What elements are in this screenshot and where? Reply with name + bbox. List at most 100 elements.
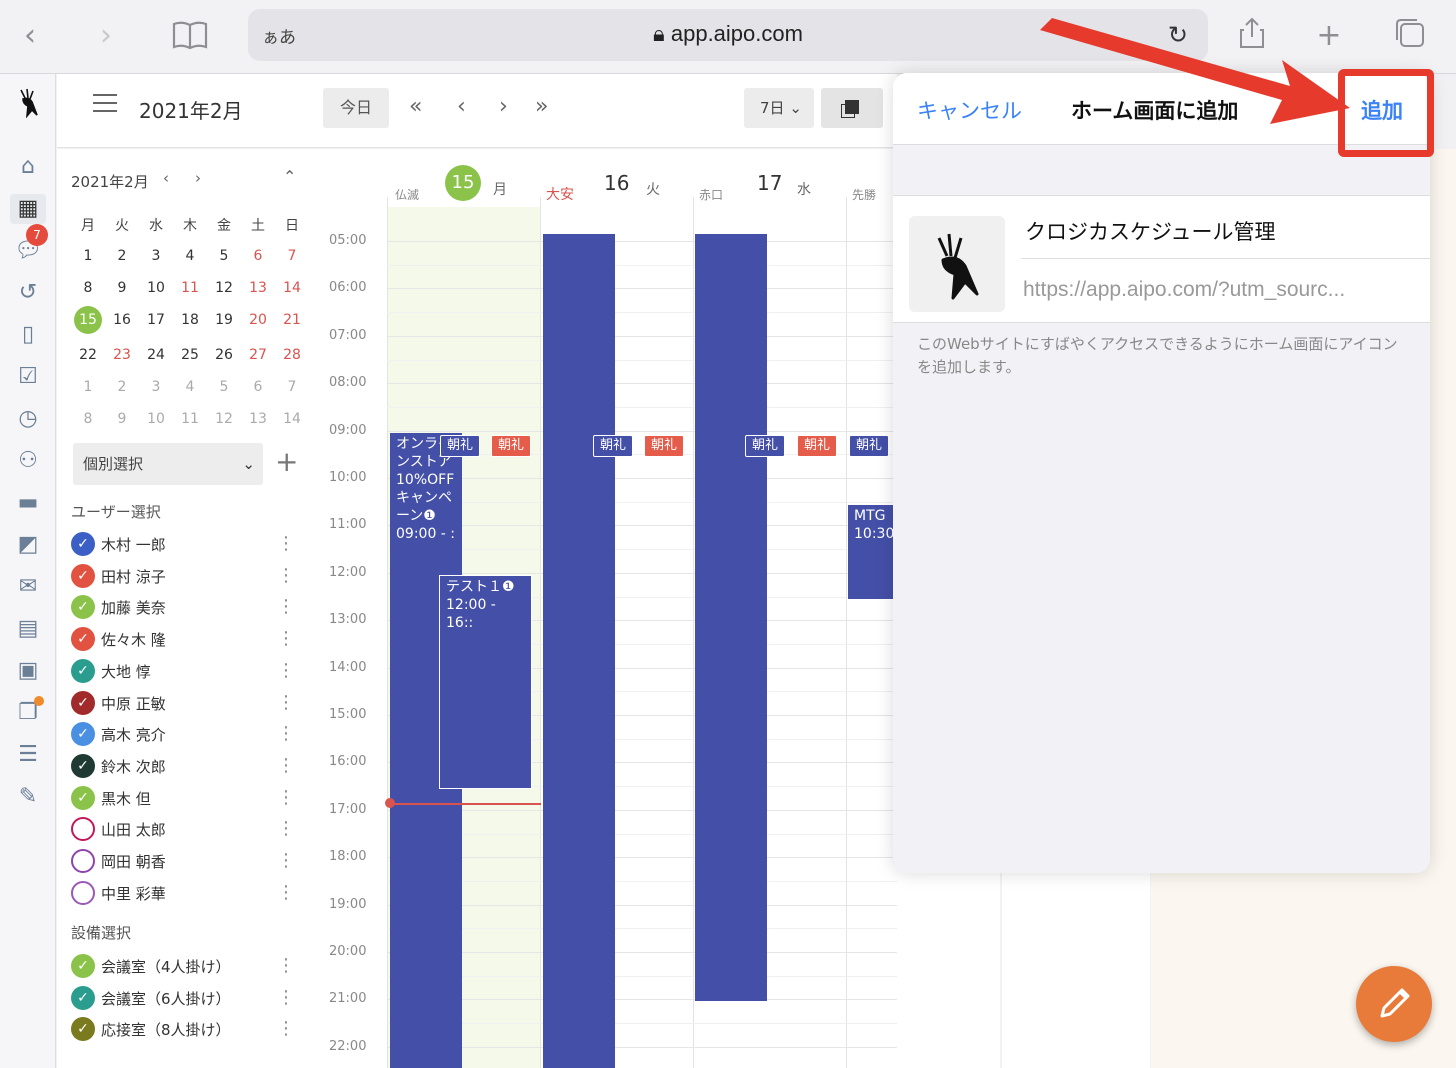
cancel-button[interactable]: キャンセル bbox=[917, 95, 1022, 125]
note-icon[interactable]: ▣ bbox=[10, 656, 46, 686]
user-checkbox[interactable]: ✓ bbox=[71, 532, 95, 556]
mini-day-cell[interactable]: 27 bbox=[241, 344, 275, 366]
mini-day-cell[interactable]: 16 bbox=[105, 309, 139, 331]
mail-icon[interactable]: ✉ bbox=[10, 572, 46, 602]
facility-row[interactable]: ✓ 応接室（8人掛け） ⋮ bbox=[71, 1016, 295, 1042]
next-button[interactable]: › bbox=[499, 94, 508, 119]
facility-menu-icon[interactable]: ⋮ bbox=[277, 1018, 295, 1039]
user-row[interactable]: ✓ 黒木 但 ⋮ bbox=[71, 785, 295, 811]
mini-day-cell[interactable]: 7 bbox=[275, 376, 309, 398]
user-menu-icon[interactable]: ⋮ bbox=[277, 787, 295, 808]
prev-week-button[interactable]: « bbox=[409, 94, 422, 119]
mini-day-cell[interactable]: 14 bbox=[275, 408, 309, 430]
group-select[interactable]: 個別選択 ⌄ bbox=[73, 443, 263, 485]
user-menu-icon[interactable]: ⋮ bbox=[277, 850, 295, 871]
app-logo-icon[interactable] bbox=[10, 88, 46, 119]
app-name-field[interactable]: クロジカスケジュール管理 bbox=[1025, 216, 1276, 246]
user-row[interactable]: ✓ 木村 一郎 ⋮ bbox=[71, 531, 295, 557]
user-row[interactable]: 山田 太郎 ⋮ bbox=[71, 816, 295, 842]
range-select[interactable]: 7日 ⌄ bbox=[744, 88, 814, 128]
mini-day-cell[interactable]: 17 bbox=[139, 309, 173, 331]
event-allday-wed[interactable] bbox=[695, 234, 767, 1001]
mini-day-cell[interactable]: 4 bbox=[173, 376, 207, 398]
contacts-icon[interactable]: ▤ bbox=[10, 614, 46, 644]
mini-day-cell[interactable]: 8 bbox=[71, 277, 105, 299]
mini-day-cell[interactable]: 5 bbox=[207, 245, 241, 267]
mini-day-cell[interactable]: 26 bbox=[207, 344, 241, 366]
user-row[interactable]: ✓ 中原 正敏 ⋮ bbox=[71, 690, 295, 716]
clock-icon[interactable]: ◷ bbox=[10, 404, 46, 434]
user-row[interactable]: ✓ 鈴木 次郎 ⋮ bbox=[71, 753, 295, 779]
home-icon[interactable]: ⌂ bbox=[10, 152, 46, 182]
menu-icon[interactable] bbox=[93, 94, 117, 114]
mini-day-cell[interactable]: 28 bbox=[275, 344, 309, 366]
mini-day-cell[interactable]: 4 bbox=[173, 245, 207, 267]
event-chorei[interactable]: 朝礼 bbox=[644, 435, 685, 457]
user-checkbox[interactable] bbox=[71, 849, 95, 873]
event-test[interactable]: テスト１❶ 12:00 - 16:: bbox=[439, 575, 532, 789]
day-header-mon[interactable]: 仏滅 15 月 bbox=[387, 149, 540, 209]
user-checkbox[interactable]: ✓ bbox=[71, 627, 95, 652]
user-checkbox[interactable]: ✓ bbox=[71, 753, 95, 778]
mini-day-cell[interactable]: 23 bbox=[105, 344, 139, 366]
mini-day-cell[interactable]: 10 bbox=[139, 408, 173, 430]
facility-checkbox[interactable]: ✓ bbox=[71, 1017, 95, 1042]
user-menu-icon[interactable]: ⋮ bbox=[277, 660, 295, 681]
user-menu-icon[interactable]: ⋮ bbox=[277, 596, 295, 617]
day-header-thu[interactable]: 先勝 bbox=[846, 149, 897, 209]
edit-icon[interactable]: ✎ bbox=[10, 782, 46, 812]
user-row[interactable]: ✓ 加藤 美奈 ⋮ bbox=[71, 594, 295, 620]
mini-day-cell[interactable]: 1 bbox=[71, 245, 105, 267]
new-schedule-button[interactable] bbox=[1356, 966, 1432, 1042]
facility-row[interactable]: ✓ 会議室（6人掛け） ⋮ bbox=[71, 985, 295, 1011]
report-icon[interactable]: ◩ bbox=[10, 530, 46, 560]
user-menu-icon[interactable]: ⋮ bbox=[277, 755, 295, 776]
facility-row[interactable]: ✓ 会議室（4人掛け） ⋮ bbox=[71, 953, 295, 979]
clipboard-icon[interactable]: ▯ bbox=[10, 320, 46, 350]
user-checkbox[interactable] bbox=[71, 880, 95, 905]
todo-icon[interactable]: ☑ bbox=[10, 362, 46, 392]
event-chorei[interactable]: 朝礼 bbox=[440, 435, 481, 457]
tabs-icon[interactable] bbox=[1388, 16, 1432, 59]
user-checkbox[interactable]: ✓ bbox=[71, 595, 95, 620]
mini-next-icon[interactable]: › bbox=[195, 169, 201, 187]
user-row[interactable]: ✓ 高木 亮介 ⋮ bbox=[71, 721, 295, 747]
user-checkbox[interactable]: ✓ bbox=[71, 690, 95, 715]
back-icon[interactable]: ‹ bbox=[8, 18, 52, 54]
mini-day-cell[interactable]: 9 bbox=[105, 408, 139, 430]
day-header-wed[interactable]: 赤口 17 水 bbox=[693, 149, 846, 209]
facility-menu-icon[interactable]: ⋮ bbox=[277, 987, 295, 1008]
new-tab-icon[interactable]: + bbox=[1307, 18, 1351, 54]
user-checkbox[interactable]: ✓ bbox=[71, 658, 95, 683]
forward-icon[interactable]: › bbox=[84, 18, 128, 54]
bookmarks-icon[interactable] bbox=[168, 20, 212, 59]
event-chorei[interactable]: 朝礼 bbox=[745, 435, 786, 457]
mini-day-cell[interactable]: 19 bbox=[207, 309, 241, 331]
event-chorei[interactable]: 朝礼 bbox=[797, 435, 838, 457]
facility-checkbox[interactable]: ✓ bbox=[71, 954, 95, 978]
mini-day-cell[interactable]: 6 bbox=[241, 376, 275, 398]
mini-day-cell[interactable]: 20 bbox=[241, 309, 275, 331]
user-menu-icon[interactable]: ⋮ bbox=[277, 628, 295, 649]
day-header-tue[interactable]: 大安 16 火 bbox=[540, 149, 693, 209]
today-button[interactable]: 今日 bbox=[323, 88, 389, 128]
folder-icon[interactable]: ▬ bbox=[10, 488, 46, 518]
mini-day-cell[interactable]: 12 bbox=[207, 277, 241, 299]
user-checkbox[interactable]: ✓ bbox=[71, 722, 95, 747]
user-row[interactable]: ✓ 大地 惇 ⋮ bbox=[71, 658, 295, 684]
calendar-icon[interactable]: ▦ bbox=[10, 194, 46, 224]
prev-button[interactable]: ‹ bbox=[457, 94, 466, 119]
user-checkbox[interactable] bbox=[71, 817, 95, 842]
reload-icon[interactable]: ↻ bbox=[1168, 21, 1188, 49]
mini-day-cell[interactable]: 9 bbox=[105, 277, 139, 299]
user-menu-icon[interactable]: ⋮ bbox=[277, 723, 295, 744]
mini-day-cell[interactable]: 3 bbox=[139, 245, 173, 267]
address-bar[interactable]: ぁあ 🔒︎ app.aipo.com ↻ bbox=[248, 9, 1208, 61]
mini-day-cell[interactable]: 1 bbox=[71, 376, 105, 398]
mini-day-cell[interactable]: 22 bbox=[71, 344, 105, 366]
mini-day-cell[interactable]: 24 bbox=[139, 344, 173, 366]
mini-day-cell[interactable]: 18 bbox=[173, 309, 207, 331]
mini-day-cell[interactable]: 25 bbox=[173, 344, 207, 366]
mini-day-cell[interactable]: 11 bbox=[173, 277, 207, 299]
user-row[interactable]: ✓ 佐々木 隆 ⋮ bbox=[71, 626, 295, 652]
